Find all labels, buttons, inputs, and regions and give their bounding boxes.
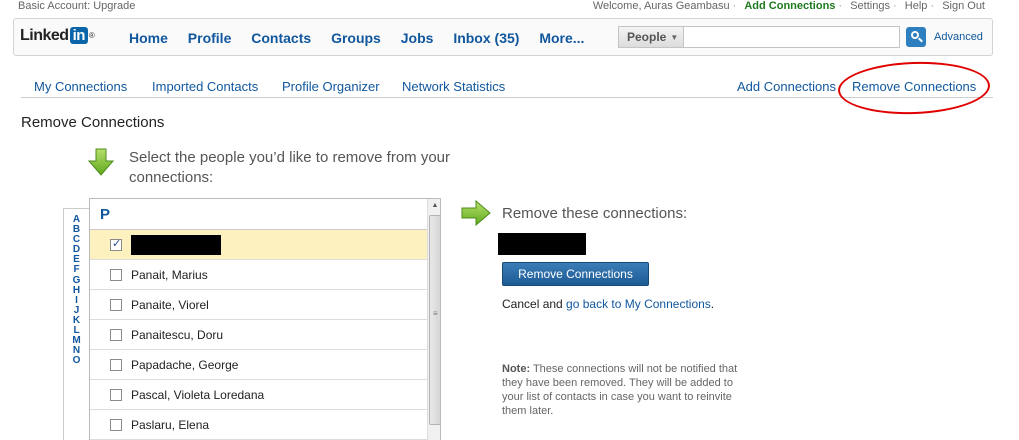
- connection-name: Panait, Marius: [131, 268, 208, 282]
- row-checkbox[interactable]: [110, 299, 122, 311]
- connection-row[interactable]: Panaitescu, Doru: [90, 320, 427, 350]
- red-highlight-circle: [837, 59, 991, 117]
- nav-jobs[interactable]: Jobs: [401, 30, 434, 46]
- grip-icon: ≡: [433, 309, 438, 318]
- connection-row[interactable]: Panait, Marius: [90, 260, 427, 290]
- page-title: Remove Connections: [21, 114, 165, 131]
- connection-name: Pascal, Violeta Loredana: [131, 388, 265, 402]
- top-bar: Basic Account: Upgrade Welcome, Auras Ge…: [0, 0, 1019, 15]
- scroll-up-icon[interactable]: ▲: [428, 199, 440, 213]
- connection-row[interactable]: Pascal, Violeta Loredana: [90, 380, 427, 410]
- sign-out-link[interactable]: Sign Out: [942, 0, 985, 12]
- connection-name: Panaitescu, Doru: [131, 328, 224, 342]
- nav-groups[interactable]: Groups: [331, 30, 381, 46]
- settings-link[interactable]: Settings: [850, 0, 890, 12]
- nav-inbox[interactable]: Inbox (35): [453, 30, 519, 46]
- connection-name: Papadache, George: [131, 358, 239, 372]
- advanced-search-link[interactable]: Advanced: [934, 31, 983, 43]
- removal-note: Note: These connections will not be noti…: [502, 363, 738, 417]
- green-arrow-down-icon: [88, 148, 114, 176]
- row-checkbox[interactable]: [110, 269, 122, 281]
- welcome-text: Welcome, Auras Geambasu: [592, 0, 730, 12]
- search-input[interactable]: [684, 26, 900, 48]
- cancel-text: Cancel and go back to My Connections.: [502, 297, 715, 311]
- add-connections-link[interactable]: Add Connections: [744, 0, 835, 12]
- linkedin-logo[interactable]: Linked in ®: [20, 27, 95, 45]
- instruction-text: Select the people you’d like to remove f…: [129, 149, 450, 186]
- account-links: Welcome, Auras Geambasu · Add Connection…: [592, 0, 985, 12]
- subnav-my-connections[interactable]: My Connections: [34, 79, 127, 94]
- green-arrow-right-icon: [461, 200, 491, 226]
- connections-list: P Panait, Marius Panaite, Viorel Panaite…: [89, 198, 441, 440]
- connection-row[interactable]: Paslaru, Elena: [90, 410, 427, 440]
- account-type[interactable]: Basic Account: Upgrade: [18, 0, 135, 12]
- redacted-selected-name: [498, 233, 586, 255]
- connection-row[interactable]: [90, 230, 427, 260]
- connection-name: Paslaru, Elena: [131, 418, 210, 432]
- search-button[interactable]: [906, 27, 926, 47]
- help-link[interactable]: Help: [905, 0, 928, 12]
- alphabet-index: A B C D E F G H I J K L M N O: [63, 208, 89, 440]
- list-scrollbar[interactable]: ▲ ≡: [427, 199, 440, 440]
- row-checkbox[interactable]: [110, 419, 122, 431]
- row-checkbox[interactable]: [110, 237, 122, 251]
- subnav-add-connections[interactable]: Add Connections: [737, 79, 836, 94]
- scroll-thumb[interactable]: ≡: [429, 215, 440, 425]
- connection-row[interactable]: Panaite, Viorel: [90, 290, 427, 320]
- nav-home[interactable]: Home: [129, 30, 168, 46]
- connection-row[interactable]: Papadache, George: [90, 350, 427, 380]
- connection-name: Panaite, Viorel: [131, 298, 209, 312]
- nav-profile[interactable]: Profile: [188, 30, 232, 46]
- search-scope-dropdown[interactable]: People ▼: [618, 26, 684, 48]
- subnav-network-statistics[interactable]: Network Statistics: [402, 79, 505, 94]
- subnav-profile-organizer[interactable]: Profile Organizer: [282, 79, 380, 94]
- row-checkbox[interactable]: [110, 389, 122, 401]
- main-header: Linked in ® Home Profile Contacts Groups J…: [13, 18, 993, 56]
- row-checkbox[interactable]: [110, 329, 122, 341]
- remove-connections-button[interactable]: Remove Connections: [502, 262, 649, 286]
- caret-down-icon: ▼: [670, 33, 679, 42]
- back-to-connections-link[interactable]: go back to My Connections: [566, 297, 711, 311]
- subnav-imported-contacts[interactable]: Imported Contacts: [152, 79, 258, 94]
- redacted-name: [131, 235, 221, 255]
- main-nav: Home Profile Contacts Groups Jobs Inbox …: [129, 30, 600, 46]
- nav-contacts[interactable]: Contacts: [251, 30, 311, 46]
- nav-more[interactable]: More...: [539, 30, 584, 46]
- list-group-letter: P: [90, 199, 440, 230]
- remove-panel-title: Remove these connections:: [502, 205, 688, 222]
- alpha-letter[interactable]: O: [64, 356, 89, 366]
- row-checkbox[interactable]: [110, 359, 122, 371]
